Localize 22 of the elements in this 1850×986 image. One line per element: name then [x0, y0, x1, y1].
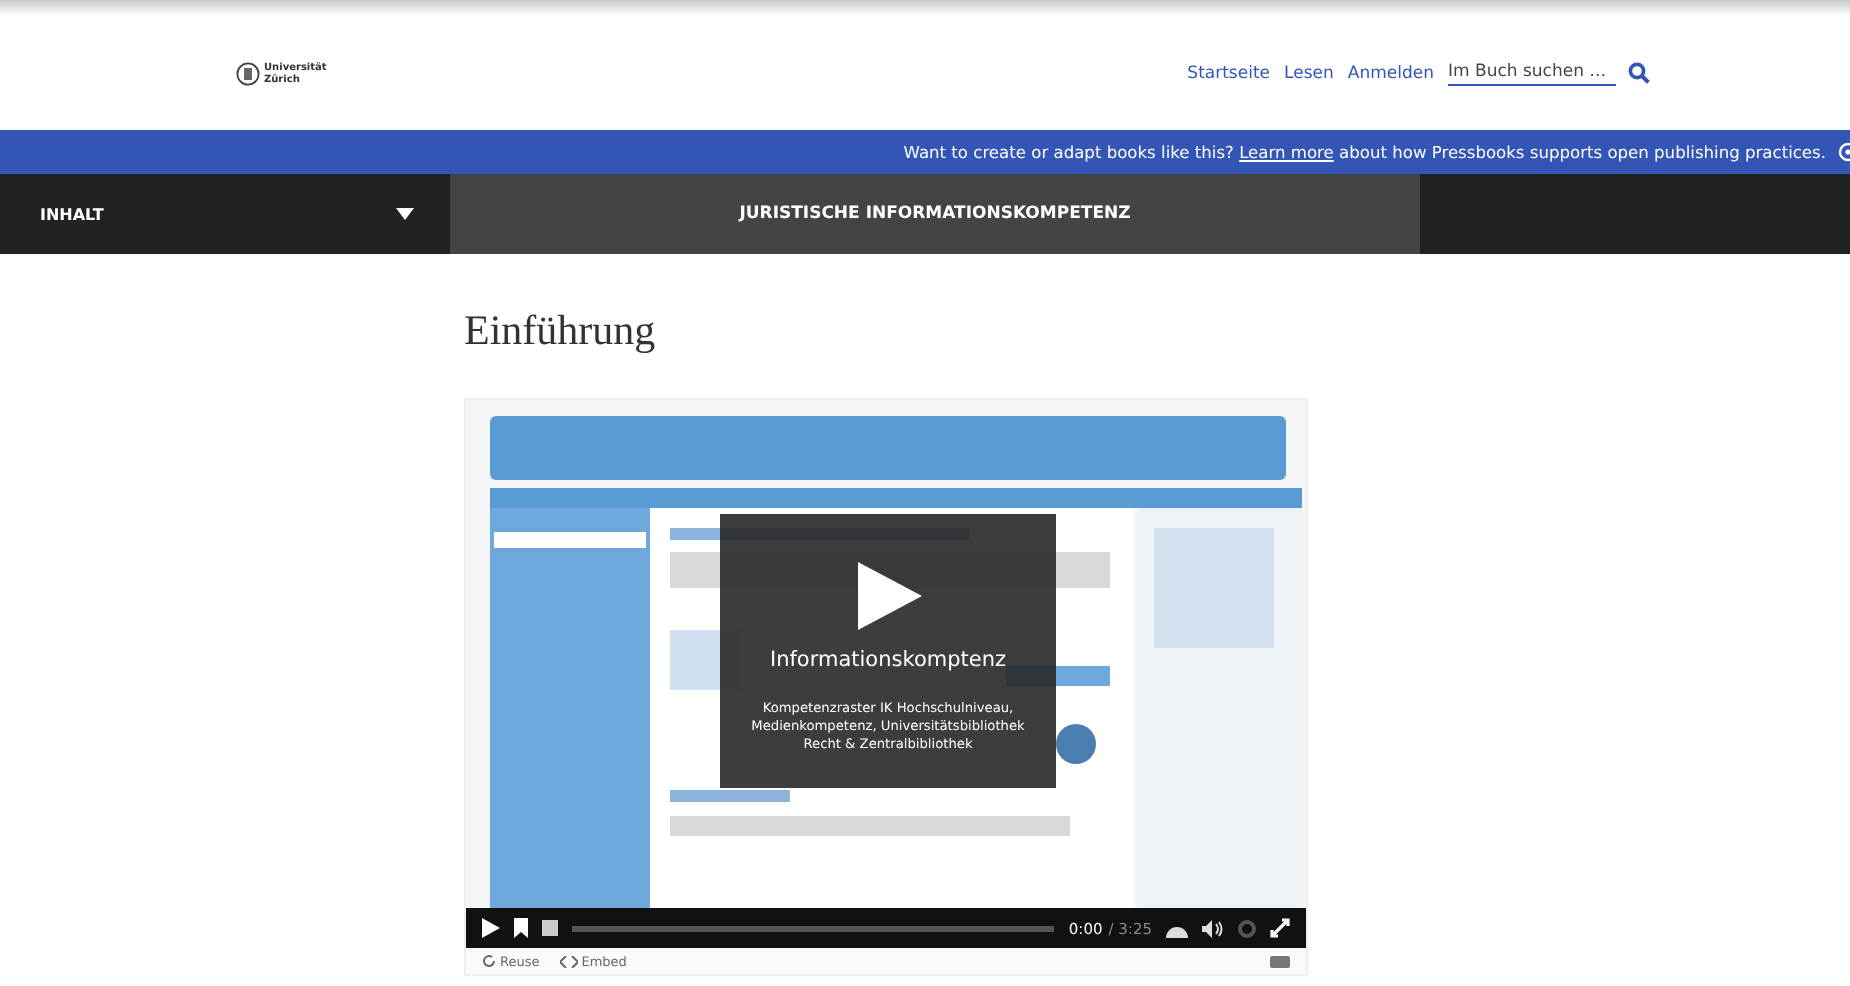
- settings-icon[interactable]: [1238, 919, 1256, 937]
- learn-more-link[interactable]: Learn more: [1239, 142, 1334, 162]
- progress-track[interactable]: [572, 925, 1055, 931]
- nav-link[interactable]: Anmelden: [1347, 63, 1434, 83]
- book-title[interactable]: JURISTISCHE INFORMATIONSKOMPETENZ: [739, 204, 1131, 224]
- chapter-heading: Einführung: [464, 306, 656, 356]
- seal-icon: [236, 61, 260, 85]
- code-icon[interactable]: [559, 955, 578, 967]
- search-field[interactable]: Im Buch suchen …: [1448, 60, 1616, 86]
- bookmark-icon[interactable]: [514, 918, 528, 938]
- fullscreen-icon[interactable]: [1270, 918, 1290, 938]
- play-icon[interactable]: [482, 918, 500, 938]
- refresh-icon[interactable]: [482, 954, 496, 968]
- volume-icon[interactable]: [1202, 919, 1224, 937]
- nav-link[interactable]: Lesen: [1284, 63, 1334, 83]
- nav-link[interactable]: Startseite: [1187, 63, 1271, 83]
- toc-dropdown[interactable]: INHALT: [0, 174, 450, 254]
- banner-text: Want to create or adapt books like this? Learn more about how Pressbooks supports open publishing practices.: [903, 142, 1826, 162]
- video-title: Informationskomptenz: [769, 648, 1007, 672]
- search-icon[interactable]: [1628, 62, 1650, 84]
- caret-icon: [396, 208, 414, 220]
- logo-icon: [1270, 955, 1290, 967]
